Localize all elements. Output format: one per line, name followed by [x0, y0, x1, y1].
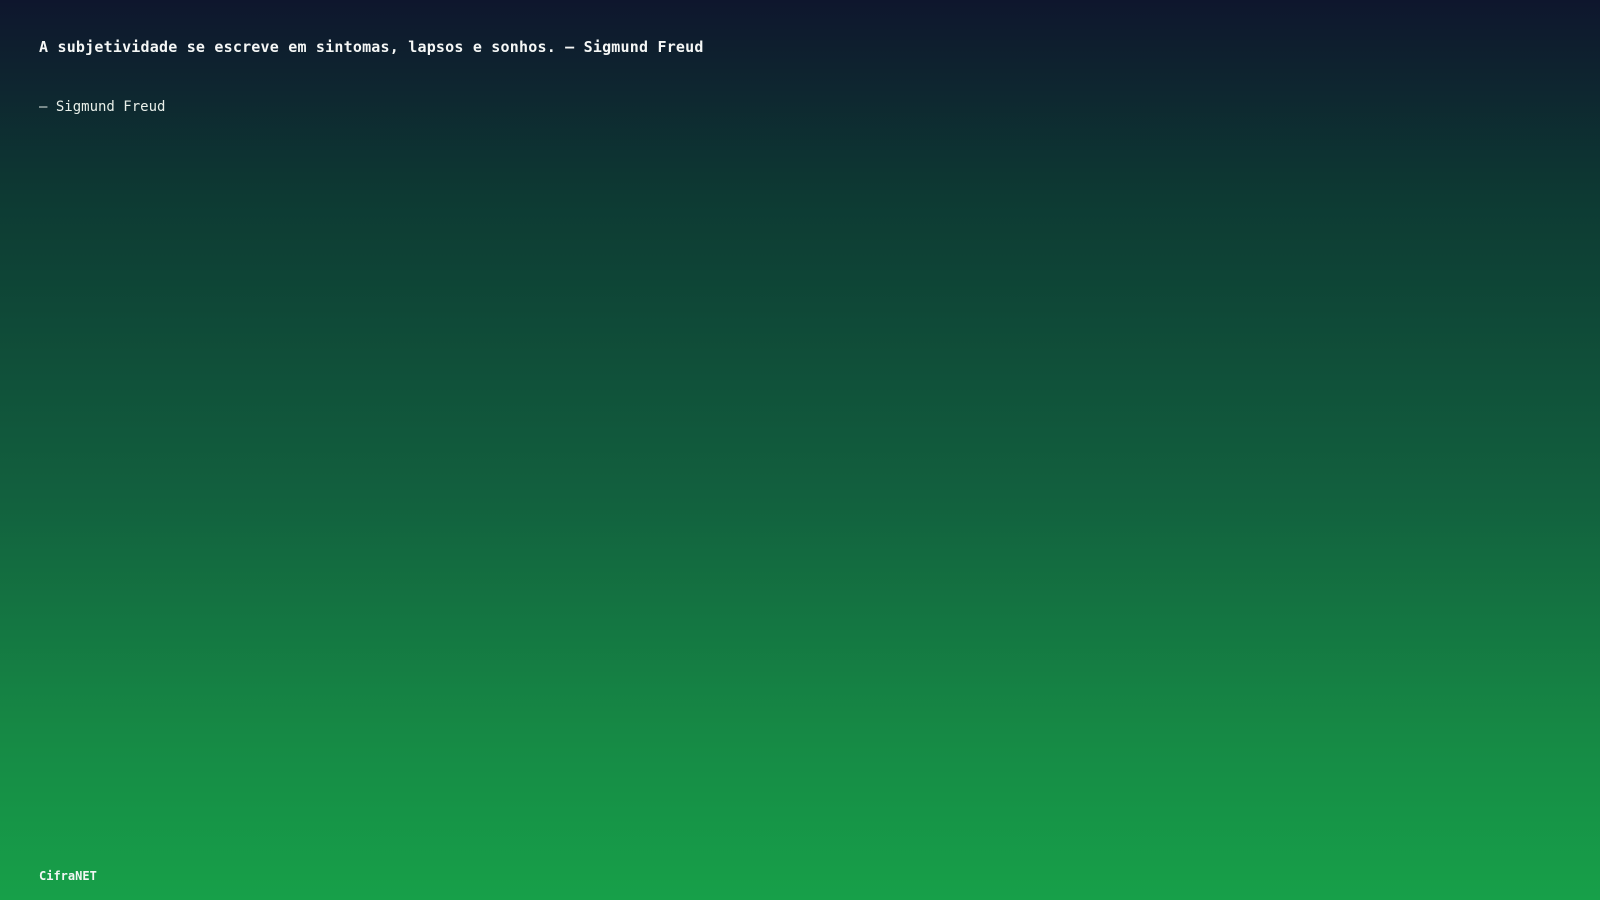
- quote-text: A subjetividade se escreve em sintomas, …: [39, 38, 704, 56]
- quote-author: — Sigmund Freud: [39, 99, 166, 115]
- brand-label: CifraNET: [39, 869, 97, 883]
